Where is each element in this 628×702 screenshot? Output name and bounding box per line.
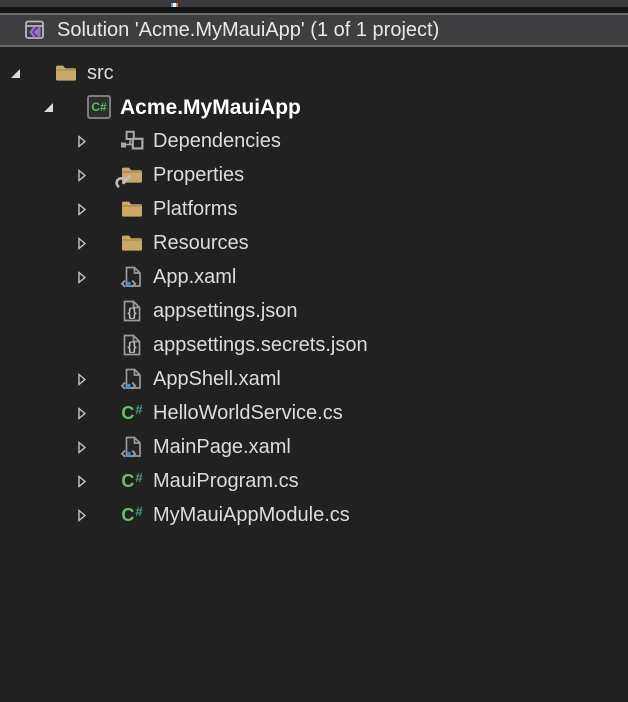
tree-row-mymauiappmodule-cs[interactable]: C# MyMauiAppModule.cs bbox=[0, 498, 628, 532]
tree-row-appsettings-json[interactable]: {} appsettings.json bbox=[0, 294, 628, 328]
tree-item-label: App.xaml bbox=[153, 267, 236, 287]
no-expander bbox=[74, 337, 90, 353]
tree-row-mauiprogram-cs[interactable]: C# MauiProgram.cs bbox=[0, 464, 628, 498]
top-clipped-strip bbox=[0, 0, 628, 7]
svg-text:{}: {} bbox=[127, 306, 137, 320]
xaml-file-icon bbox=[119, 434, 145, 460]
collapsed-arrow-icon[interactable] bbox=[74, 405, 90, 421]
tree-row-mainpage-xaml[interactable]: MainPage.xaml bbox=[0, 430, 628, 464]
collapsed-arrow-icon[interactable] bbox=[74, 133, 90, 149]
clipped-row-icon-fragment bbox=[171, 3, 178, 7]
no-expander bbox=[74, 303, 90, 319]
csharp-file-icon: C# bbox=[119, 400, 145, 426]
tree-row-resources[interactable]: Resources bbox=[0, 226, 628, 260]
expanded-arrow-icon[interactable] bbox=[41, 99, 57, 115]
tree-item-label: src bbox=[87, 63, 114, 83]
tree-item-label: AppShell.xaml bbox=[153, 369, 281, 389]
tree-row-app-xaml[interactable]: App.xaml bbox=[0, 260, 628, 294]
tree-item-label: appsettings.secrets.json bbox=[153, 335, 368, 355]
tree-item-label: Resources bbox=[153, 233, 249, 253]
xaml-file-icon bbox=[119, 366, 145, 392]
tree-row-appsettings-secrets-json[interactable]: {} appsettings.secrets.json bbox=[0, 328, 628, 362]
tree-item-label: MainPage.xaml bbox=[153, 437, 291, 457]
tree-item-label: Properties bbox=[153, 165, 244, 185]
tree-item-label: Acme.MyMauiApp bbox=[120, 97, 301, 118]
tree-row-src[interactable]: src bbox=[0, 56, 628, 90]
solution-icon bbox=[22, 17, 48, 43]
tree-row-platforms[interactable]: Platforms bbox=[0, 192, 628, 226]
tree-row-helloworldservice-cs[interactable]: C# HelloWorldService.cs bbox=[0, 396, 628, 430]
solution-explorer-tree[interactable]: src C# Acme.MyMauiApp Dependencies Propertie… bbox=[0, 47, 628, 532]
dependencies-icon bbox=[119, 128, 145, 154]
csharp-file-icon: C# bbox=[119, 468, 145, 494]
tree-row-properties[interactable]: Properties bbox=[0, 158, 628, 192]
collapsed-arrow-icon[interactable] bbox=[74, 439, 90, 455]
solution-label: Solution 'Acme.MyMauiApp' (1 of 1 projec… bbox=[57, 19, 439, 42]
tree-row-acme-mymauiapp[interactable]: C# Acme.MyMauiApp bbox=[0, 90, 628, 124]
folder-icon bbox=[119, 196, 145, 222]
svg-text:{}: {} bbox=[127, 340, 137, 354]
tree-item-label: appsettings.json bbox=[153, 301, 298, 321]
collapsed-arrow-icon[interactable] bbox=[74, 371, 90, 387]
tree-item-label: HelloWorldService.cs bbox=[153, 403, 343, 423]
folder-icon bbox=[53, 60, 79, 86]
collapsed-arrow-icon[interactable] bbox=[74, 167, 90, 183]
tree-item-label: Platforms bbox=[153, 199, 237, 219]
collapsed-arrow-icon[interactable] bbox=[74, 269, 90, 285]
solution-root-row[interactable]: Solution 'Acme.MyMauiApp' (1 of 1 projec… bbox=[0, 13, 628, 47]
expanded-arrow-icon[interactable] bbox=[8, 65, 24, 81]
csharp-project-icon: C# bbox=[86, 94, 112, 120]
properties-folder-icon bbox=[119, 162, 145, 188]
collapsed-arrow-icon[interactable] bbox=[74, 235, 90, 251]
tree-item-label: MyMauiAppModule.cs bbox=[153, 505, 350, 525]
folder-icon bbox=[119, 230, 145, 256]
xaml-file-icon bbox=[119, 264, 145, 290]
collapsed-arrow-icon[interactable] bbox=[74, 201, 90, 217]
json-file-icon: {} bbox=[119, 298, 145, 324]
csharp-file-icon: C# bbox=[119, 502, 145, 528]
tree-row-dependencies[interactable]: Dependencies bbox=[0, 124, 628, 158]
collapsed-arrow-icon[interactable] bbox=[74, 473, 90, 489]
json-file-icon: {} bbox=[119, 332, 145, 358]
tree-item-label: Dependencies bbox=[153, 131, 281, 151]
tree-row-appshell-xaml[interactable]: AppShell.xaml bbox=[0, 362, 628, 396]
collapsed-arrow-icon[interactable] bbox=[74, 507, 90, 523]
tree-item-label: MauiProgram.cs bbox=[153, 471, 299, 491]
